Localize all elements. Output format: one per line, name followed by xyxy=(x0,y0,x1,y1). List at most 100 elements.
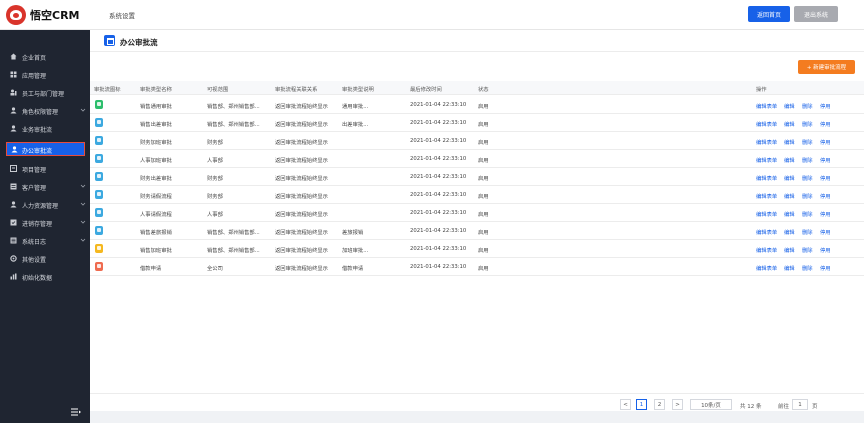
edit-form-link[interactable]: 编辑表单 xyxy=(756,174,777,182)
sidebar-item-org[interactable]: 员工与部门管理 xyxy=(0,86,90,100)
disable-link[interactable]: 停用 xyxy=(820,102,831,110)
edit-link[interactable]: 编辑 xyxy=(784,102,795,110)
disable-link[interactable]: 停用 xyxy=(820,156,831,164)
cell-name: 销售出差审批 xyxy=(140,122,172,128)
disable-link[interactable]: 停用 xyxy=(820,264,831,272)
goto-label: 前往 xyxy=(778,404,790,410)
edit-link[interactable]: 编辑 xyxy=(784,246,795,254)
approval-type-icon xyxy=(95,262,103,271)
edit-link[interactable]: 编辑 xyxy=(784,192,795,200)
edit-form-link[interactable]: 编辑表单 xyxy=(756,156,777,164)
delete-link[interactable]: 删除 xyxy=(802,264,813,272)
role-icon xyxy=(10,107,17,114)
prev-page-button[interactable]: < xyxy=(620,399,631,410)
sidebar-item-roles[interactable]: 角色权限管理 xyxy=(0,104,90,118)
cell-flow: 返回审批流程始终显示 xyxy=(275,176,328,182)
logo-text: 悟空CRM xyxy=(30,9,80,22)
delete-link[interactable]: 删除 xyxy=(802,102,813,110)
collapse-menu-icon[interactable] xyxy=(71,408,81,416)
sidebar-item-business-approval[interactable]: 业务审批流 xyxy=(0,122,90,136)
sidebar-item-customer[interactable]: 客户管理 xyxy=(0,180,90,194)
edit-link[interactable]: 编辑 xyxy=(784,174,795,182)
disable-link[interactable]: 停用 xyxy=(820,138,831,146)
column-header: 审批流程关联关系 xyxy=(275,87,318,93)
edit-form-link[interactable]: 编辑表单 xyxy=(756,102,777,110)
approval-type-icon xyxy=(95,136,103,145)
cell-scope: 全公司 xyxy=(207,266,223,272)
edit-form-link[interactable]: 编辑表单 xyxy=(756,246,777,254)
sidebar-item-init-data[interactable]: 初始化数据 xyxy=(0,270,90,284)
logout-button[interactable]: 退出系统 xyxy=(794,6,838,22)
delete-link[interactable]: 删除 xyxy=(802,228,813,236)
edit-link[interactable]: 编辑 xyxy=(784,264,795,272)
table-header: 审批流图标 审批类型名称 可视范围 审批流程关联关系 审批类型说明 最后修改时间… xyxy=(90,81,864,95)
cell-time: 2021-01-04 22:33:10 xyxy=(410,264,467,270)
delete-link[interactable]: 删除 xyxy=(802,156,813,164)
log-icon xyxy=(10,237,17,244)
table-row: 销售出差审批 销售部、郑州销售部... 返回审批流程始终显示 出差审批... 2021-… xyxy=(90,114,864,132)
sidebar-item-apps[interactable]: 应用管理 xyxy=(0,68,90,82)
delete-link[interactable]: 删除 xyxy=(802,120,813,128)
disable-link[interactable]: 停用 xyxy=(820,246,831,254)
disable-link[interactable]: 停用 xyxy=(820,210,831,218)
sidebar-item-inventory[interactable]: 进销存管理 xyxy=(0,216,90,230)
cell-scope: 财务部 xyxy=(207,194,223,200)
cell-desc: 加班审批... xyxy=(342,248,369,254)
approval-type-icon xyxy=(95,172,103,181)
page-size-select[interactable]: 10条/页 xyxy=(690,399,732,410)
edit-form-link[interactable]: 编辑表单 xyxy=(756,210,777,218)
edit-link[interactable]: 编辑 xyxy=(784,120,795,128)
apps-icon xyxy=(10,71,17,78)
edit-form-link[interactable]: 编辑表单 xyxy=(756,228,777,236)
disable-link[interactable]: 停用 xyxy=(820,192,831,200)
delete-link[interactable]: 删除 xyxy=(802,174,813,182)
edit-form-link[interactable]: 编辑表单 xyxy=(756,192,777,200)
table-row: 销售差旅报销 销售部、郑州销售部... 返回审批流程始终显示 差旅报销 2021-01-… xyxy=(90,222,864,240)
cell-flow: 返回审批流程始终显示 xyxy=(275,194,328,200)
disable-link[interactable]: 停用 xyxy=(820,120,831,128)
cell-scope: 销售部、郑州销售部... xyxy=(207,122,260,128)
table-row: 财务出差审批 财务部 返回审批流程始终显示 2021-01-04 22:33:10 启用… xyxy=(90,168,864,186)
approval-type-icon xyxy=(95,190,103,199)
edit-form-link[interactable]: 编辑表单 xyxy=(756,138,777,146)
edit-form-link[interactable]: 编辑表单 xyxy=(756,264,777,272)
sidebar-item-hr[interactable]: 人力资源管理 xyxy=(0,198,90,212)
office-approval-icon xyxy=(104,35,115,46)
cell-flow: 返回审批流程始终显示 xyxy=(275,140,328,146)
disable-link[interactable]: 停用 xyxy=(820,174,831,182)
column-header: 审批类型说明 xyxy=(342,87,374,93)
sidebar-item-office-approval[interactable]: 办公审批流 xyxy=(6,142,85,156)
logo[interactable]: 悟空CRM xyxy=(6,5,80,25)
edit-link[interactable]: 编辑 xyxy=(784,210,795,218)
approval-type-icon xyxy=(95,100,103,109)
sidebar-item-other-settings[interactable]: 其他设置 xyxy=(0,252,90,266)
edit-link[interactable]: 编辑 xyxy=(784,156,795,164)
cell-scope: 财务部 xyxy=(207,140,223,146)
new-approval-flow-button[interactable]: + 新建审批流程 xyxy=(798,60,855,74)
sidebar-item-home[interactable]: 企业首页 xyxy=(0,50,90,64)
delete-link[interactable]: 删除 xyxy=(802,138,813,146)
cell-scope: 销售部、郑州销售部... xyxy=(207,104,260,110)
top-header: 悟空CRM 系统设置 返回首页 退出系统 xyxy=(0,0,864,30)
delete-link[interactable]: 删除 xyxy=(802,192,813,200)
delete-link[interactable]: 删除 xyxy=(802,210,813,218)
cell-flow: 返回审批流程始终显示 xyxy=(275,158,328,164)
project-icon xyxy=(10,165,17,172)
hr-icon xyxy=(10,201,17,208)
goto-page-input[interactable]: 1 xyxy=(792,399,808,410)
cell-time: 2021-01-04 22:33:10 xyxy=(410,192,467,198)
page-unit-label: 页 xyxy=(812,404,818,410)
delete-link[interactable]: 删除 xyxy=(802,246,813,254)
sidebar-item-project[interactable]: 项目管理 xyxy=(0,162,90,176)
return-home-button[interactable]: 返回首页 xyxy=(748,6,790,22)
edit-form-link[interactable]: 编辑表单 xyxy=(756,120,777,128)
cell-name: 借款申请 xyxy=(140,266,162,272)
page-1-button[interactable]: 1 xyxy=(636,399,647,410)
sidebar-item-logs[interactable]: 系统日志 xyxy=(0,234,90,248)
chevron-down-icon xyxy=(80,218,86,226)
disable-link[interactable]: 停用 xyxy=(820,228,831,236)
edit-link[interactable]: 编辑 xyxy=(784,228,795,236)
edit-link[interactable]: 编辑 xyxy=(784,138,795,146)
next-page-button[interactable]: > xyxy=(672,399,683,410)
page-2-button[interactable]: 2 xyxy=(654,399,665,410)
